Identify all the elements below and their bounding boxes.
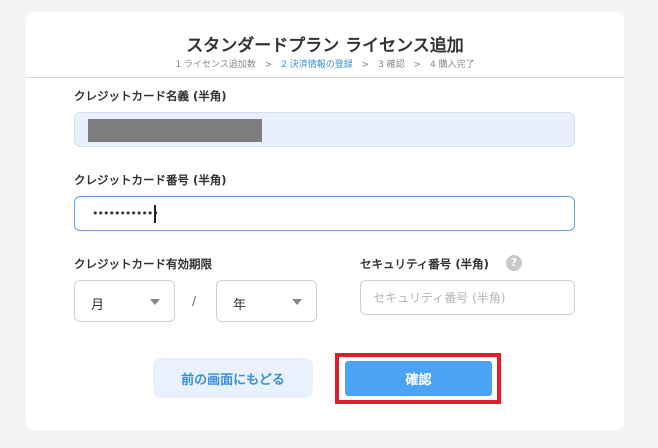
help-icon[interactable]: ? <box>506 255 522 271</box>
redacted-name-value <box>88 119 262 142</box>
card-name-label: クレジットカード名義 (半角) <box>74 89 227 103</box>
step-separator: > <box>264 60 273 70</box>
card-number-input[interactable]: •••••••••••• <box>74 196 575 231</box>
expiry-separator: / <box>192 294 197 308</box>
security-code-input[interactable] <box>360 280 575 315</box>
step-separator: > <box>413 60 422 70</box>
page-title: スタンダードプラン ライセンス追加 <box>186 36 464 56</box>
security-code-label: セキュリティ番号 (半角) <box>360 257 489 271</box>
step-1: 1 ライセンス追加数 <box>175 60 256 70</box>
back-button[interactable]: 前の画面にもどる <box>153 358 313 398</box>
step-3: 3 確認 <box>378 60 405 70</box>
expiry-month-select[interactable]: 月 <box>74 280 175 322</box>
license-card: スタンダードプラン ライセンス追加 1 ライセンス追加数 > 2 決済情報の登録… <box>26 12 624 430</box>
card-number-value: •••••••••••• <box>92 207 159 220</box>
step-2: 2 決済情報の登録 <box>281 60 353 70</box>
confirm-button[interactable]: 確認 <box>345 361 492 396</box>
expiry-year-select[interactable]: 年 <box>216 280 317 322</box>
card-number-label: クレジットカード番号 (半角) <box>74 173 227 187</box>
step-indicator: 1 ライセンス追加数 > 2 決済情報の登録 > 3 確認 > 4 購入完了 <box>26 57 624 70</box>
text-caret <box>154 205 156 223</box>
expiry-label: クレジットカード有効期限 <box>74 257 212 271</box>
header-divider <box>26 77 624 78</box>
step-separator: > <box>361 60 370 70</box>
step-4: 4 購入完了 <box>429 60 475 70</box>
chevron-down-icon <box>292 299 302 305</box>
chevron-down-icon <box>150 299 160 305</box>
year-value: 年 <box>233 298 247 313</box>
month-value: 月 <box>91 298 105 313</box>
